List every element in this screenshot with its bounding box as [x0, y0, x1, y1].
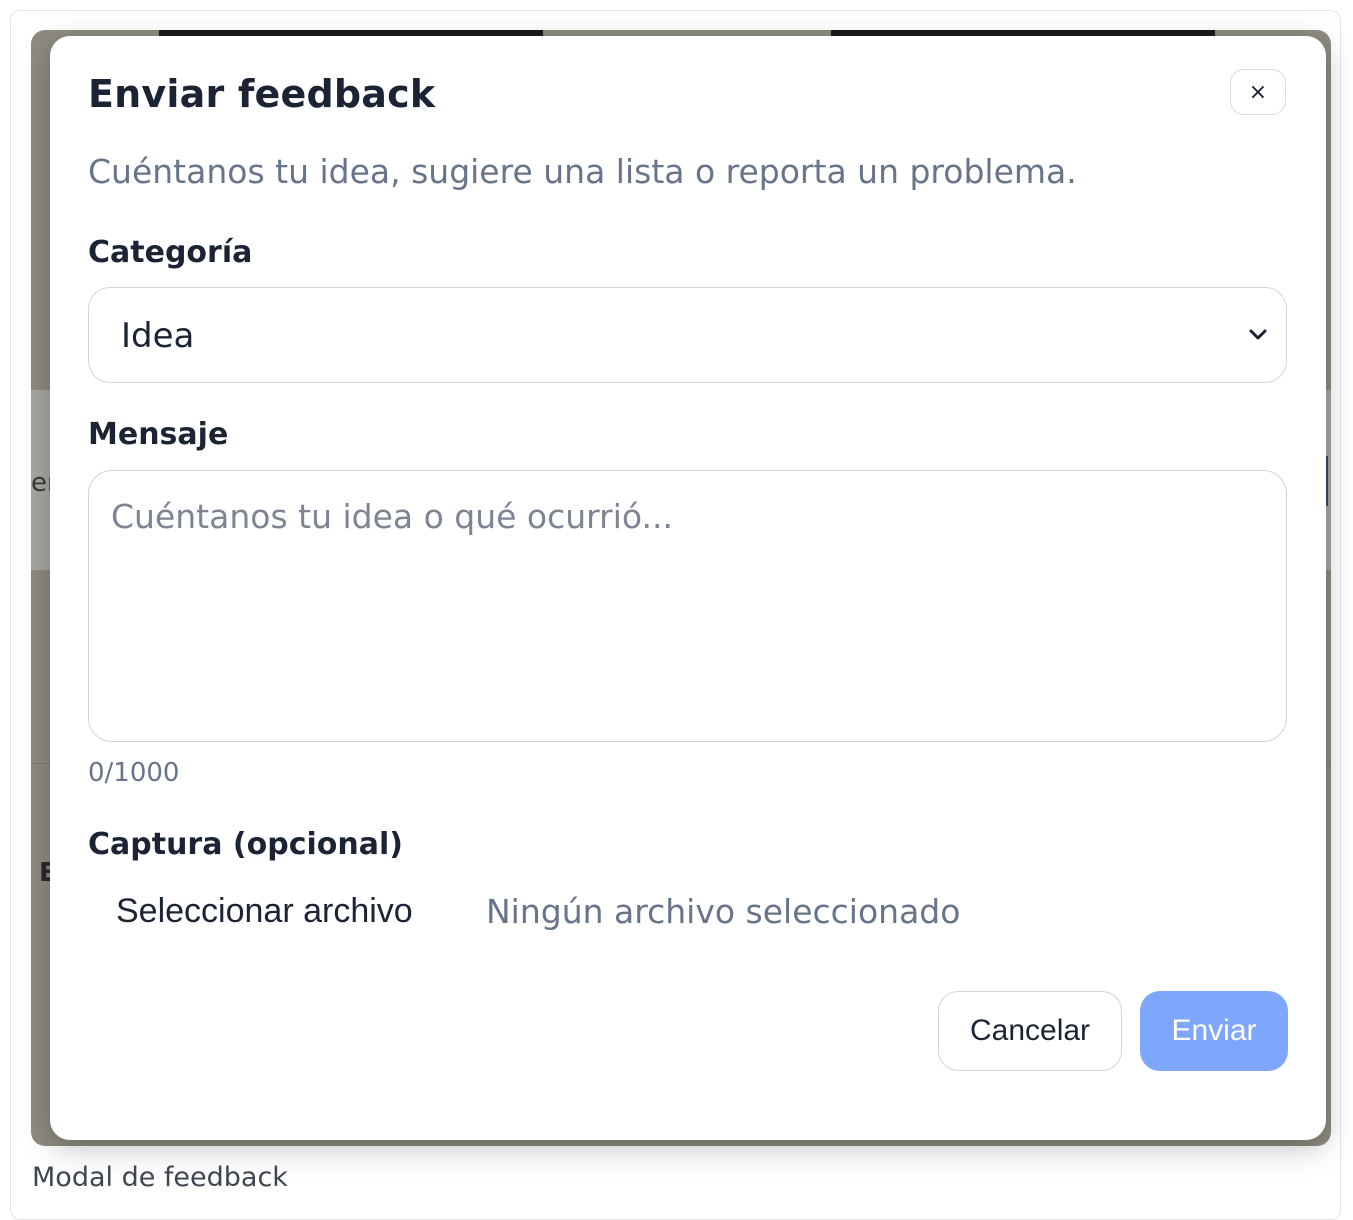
select-file-button[interactable]: Seleccionar archivo	[116, 892, 413, 931]
feedback-modal: Enviar feedback × Cuéntanos tu idea, sug…	[50, 36, 1326, 1140]
category-label: Categoría	[88, 235, 253, 270]
figure-caption: Modal de feedback	[32, 1162, 288, 1193]
character-counter: 0/1000	[88, 758, 180, 788]
category-select[interactable]: Idea	[88, 287, 1287, 383]
message-textarea[interactable]: Cuéntanos tu idea o qué ocurrió...	[88, 470, 1287, 742]
message-placeholder: Cuéntanos tu idea o qué ocurrió...	[111, 497, 673, 536]
attachment-label: Captura (opcional)	[88, 827, 403, 862]
category-selected-value: Idea	[121, 316, 195, 356]
submit-button[interactable]: Enviar	[1140, 991, 1288, 1071]
file-status-text: Ningún archivo seleccionado	[486, 892, 961, 931]
modal-title: Enviar feedback	[88, 72, 436, 116]
cancel-button[interactable]: Cancelar	[938, 991, 1122, 1071]
modal-subtitle: Cuéntanos tu idea, sugiere una lista o r…	[88, 152, 1077, 191]
close-icon: ×	[1248, 79, 1268, 105]
chevron-down-icon	[1249, 329, 1267, 340]
message-label: Mensaje	[88, 417, 229, 452]
close-button[interactable]: ×	[1230, 69, 1286, 115]
